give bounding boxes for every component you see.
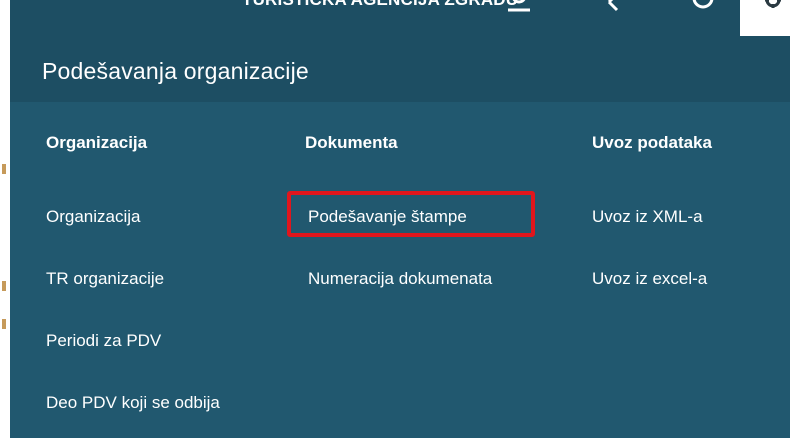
top-bar-dark: TURISTICKA AGENCIJA ZGRADU: [10, 0, 740, 36]
panel-header: Podešavanja organizacije: [10, 36, 790, 102]
panel-title: Podešavanja organizacije: [42, 58, 309, 84]
menu-item-tr-organizacije[interactable]: TR organizacije: [46, 269, 164, 289]
help-icon[interactable]: [690, 0, 716, 14]
menu-item-uvoz-excel[interactable]: Uvoz iz excel-a: [592, 269, 707, 289]
column-heading-dokumenta: Dokumenta: [305, 133, 398, 152]
menu-item-numeracija-dokumenata[interactable]: Numeracija dokumenata: [308, 269, 492, 289]
menu-item-podesavanje-stampe[interactable]: Podešavanje štampe: [308, 207, 467, 227]
edge-mark: [2, 164, 6, 174]
gear-icon[interactable]: [760, 0, 786, 16]
arrow-icon[interactable]: [605, 0, 625, 12]
menu-item-uvoz-xml[interactable]: Uvoz iz XML-a: [592, 207, 703, 227]
column-heading-uvoz-podataka: Uvoz podataka: [592, 133, 712, 152]
user-org-name[interactable]: TURISTICKA AGENCIJA ZGRADU: [242, 0, 518, 10]
left-edge: [0, 36, 10, 438]
edge-mark: [2, 281, 6, 291]
column-heading-organizacija: Organizacija: [46, 133, 148, 152]
user-icon[interactable]: [506, 0, 532, 14]
menu-item-organizacija[interactable]: Organizacija: [46, 207, 141, 227]
edge-mark: [2, 319, 6, 329]
top-bar: TURISTICKA AGENCIJA ZGRADU: [0, 0, 790, 36]
menu-item-deo-pdv[interactable]: Deo PDV koji se odbija: [46, 393, 220, 413]
menu-item-periodi-za-pdv[interactable]: Periodi za PDV: [46, 331, 161, 351]
organization-settings-panel: Podešavanja organizacije Organizacija Or…: [10, 36, 790, 438]
